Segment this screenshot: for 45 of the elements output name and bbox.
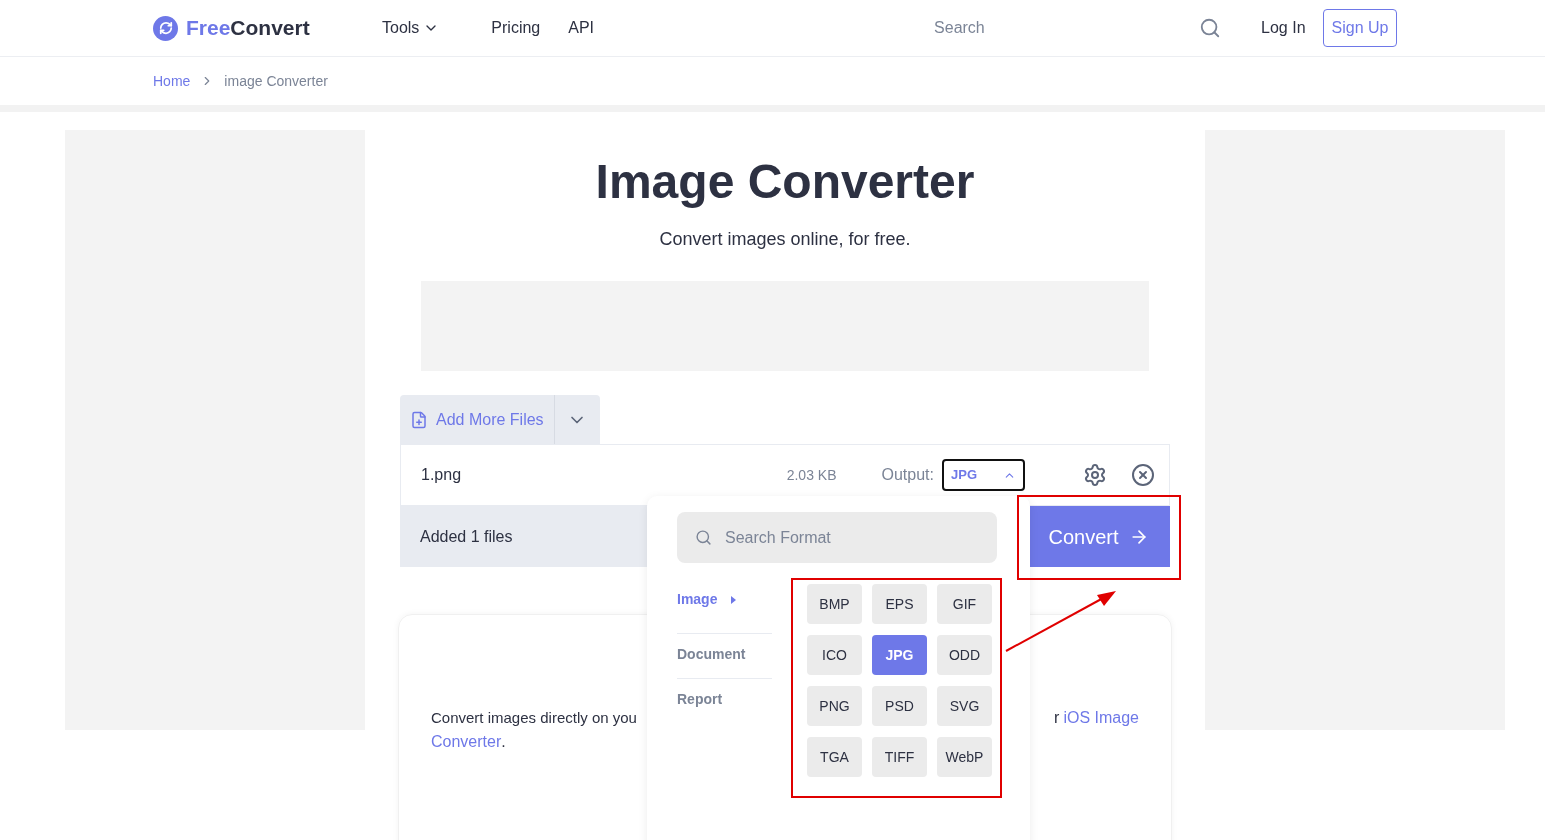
description-text: r — [1054, 708, 1060, 728]
caret-right-icon — [731, 595, 737, 604]
remove-file-icon[interactable] — [1131, 463, 1155, 487]
nav-menu[interactable]: Tools — [382, 16, 440, 40]
description-text: . — [501, 732, 506, 752]
format-option[interactable]: SVG — [937, 686, 992, 726]
output-select[interactable]: JPG — [942, 459, 1025, 491]
format-category[interactable]: Document — [677, 644, 746, 665]
breadcrumb-current: image Converter — [224, 71, 328, 91]
files-summary: Added 1 files — [420, 526, 513, 547]
search-field[interactable]: Search — [934, 16, 1185, 40]
format-option[interactable]: EPS — [872, 584, 927, 624]
page-title: Image Converter — [595, 154, 975, 210]
login-link[interactable]: Log In — [1261, 16, 1306, 40]
format-option[interactable]: JPG — [872, 635, 927, 675]
format-category[interactable]: Image — [677, 589, 737, 610]
search-icon[interactable] — [1199, 17, 1222, 39]
settings-icon[interactable] — [1083, 463, 1107, 487]
file-plus-icon — [410, 410, 428, 429]
ios-converter-link[interactable]: iOS Image — [1063, 706, 1139, 730]
description-text: Convert images directly on you — [431, 708, 637, 728]
logo[interactable]: FreeConvert — [186, 12, 310, 44]
nav-link[interactable]: API — [568, 16, 595, 40]
format-option[interactable]: TGA — [807, 737, 862, 777]
format-option[interactable]: ODD — [937, 635, 992, 675]
convert-button[interactable]: Convert — [1027, 506, 1170, 567]
format-option[interactable]: TIFF — [872, 737, 927, 777]
format-search-field[interactable]: Search Format — [677, 512, 997, 563]
format-option[interactable]: ICO — [807, 635, 862, 675]
signup-button[interactable]: Sign Up — [1322, 9, 1398, 47]
file-name: 1.png — [421, 465, 462, 485]
page-subtitle: Convert images online, for free. — [659, 228, 911, 251]
breadcrumb-link[interactable]: Home — [153, 70, 191, 92]
nav-link[interactable]: Pricing — [491, 16, 541, 40]
format-option[interactable]: BMP — [807, 584, 862, 624]
search-icon — [695, 529, 712, 546]
format-option[interactable]: WebP — [937, 737, 992, 777]
format-category[interactable]: Report — [677, 689, 723, 710]
ios-converter-link[interactable]: Converter — [431, 730, 502, 754]
output-label: Output: — [881, 465, 934, 485]
format-option[interactable]: PSD — [872, 686, 927, 726]
logo-icon — [153, 15, 178, 41]
file-size: 2.03 KB — [786, 465, 837, 485]
format-option[interactable]: PNG — [807, 686, 862, 726]
format-option[interactable]: GIF — [937, 584, 992, 624]
